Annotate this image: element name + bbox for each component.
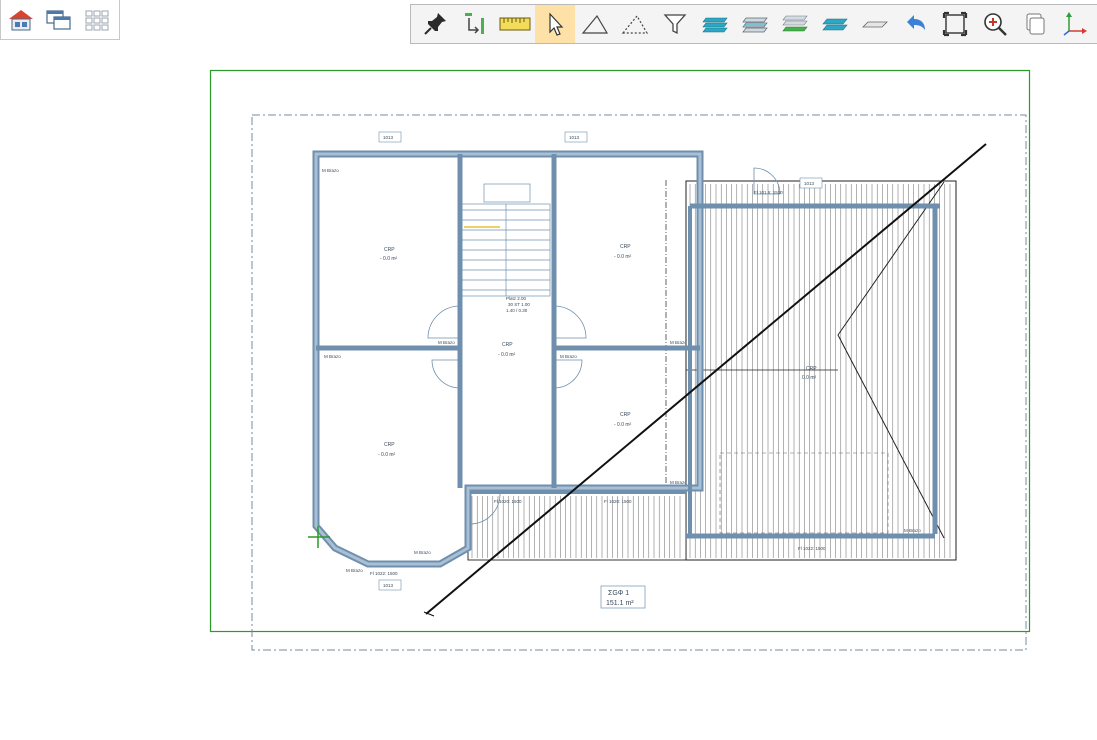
- layer-plane-button[interactable]: [815, 5, 855, 43]
- dashed-triangle-icon: [621, 14, 649, 34]
- floor-plan[interactable]: CRP - 0.0 m² CRP - 0.0 m² CRP - 0.0 m² C…: [0, 48, 1097, 740]
- wall-label: M Brazo: [414, 550, 431, 555]
- dimension-box: 1013: [564, 131, 588, 143]
- wall-label: M Brazo: [322, 168, 339, 173]
- filter-button[interactable]: [655, 5, 695, 43]
- copy-button[interactable]: [1015, 5, 1055, 43]
- layers-blue-button[interactable]: [695, 5, 735, 43]
- zoom-in-button[interactable]: [975, 5, 1015, 43]
- room-name: CRP: [384, 442, 395, 448]
- triangle-button[interactable]: [575, 5, 615, 43]
- stair-label: Platz 2.00: [506, 296, 527, 301]
- layers-blue-icon: [702, 17, 728, 33]
- wall-label: M Brazo: [324, 354, 341, 359]
- room-area: - 0.0 m²: [498, 352, 516, 358]
- fit-frame-icon: [942, 11, 968, 37]
- room-area: - 0.0 m²: [614, 254, 632, 260]
- cursor-icon: [549, 12, 564, 36]
- house-icon: [9, 9, 33, 30]
- grid-button[interactable]: [81, 1, 113, 39]
- triangle-icon: [581, 14, 609, 34]
- drawing-canvas[interactable]: CRP - 0.0 m² CRP - 0.0 m² CRP - 0.0 m² C…: [0, 48, 1097, 740]
- filter-icon: [663, 14, 687, 35]
- quick-toolbar: [0, 0, 120, 40]
- opening-label: Fl 101.5: 1530: [754, 190, 783, 195]
- opening-label: Fl 1022: 1500: [798, 546, 826, 551]
- undo-arrow-icon: [907, 15, 925, 30]
- wall-label: M Brazo: [670, 340, 687, 345]
- axes-button[interactable]: [1055, 5, 1095, 43]
- wall-label: M Brazo: [904, 528, 921, 533]
- stair-label: 1.40 / 0.30: [506, 308, 528, 313]
- plane-button[interactable]: [855, 5, 895, 43]
- layers-gray-icon: [742, 17, 768, 33]
- total-area-title: ΣGΦ 1: [608, 590, 629, 597]
- undo-button[interactable]: [895, 5, 935, 43]
- layers-green-icon: [782, 15, 808, 32]
- dimension-box: 1013: [799, 177, 823, 189]
- pin-icon: [424, 13, 446, 35]
- svg-text:1013: 1013: [569, 135, 580, 140]
- room-name: CRP: [806, 366, 817, 372]
- stair: [461, 183, 551, 297]
- opening-label: Fl 1020: 1500: [494, 499, 522, 504]
- wall-label: M Brazo: [670, 480, 687, 485]
- room-area: - 0.0 m²: [380, 256, 398, 262]
- room-name: CRP: [620, 244, 631, 250]
- layers-green-button[interactable]: [775, 5, 815, 43]
- layers-gray-button[interactable]: [735, 5, 775, 43]
- axes-icon: [1063, 12, 1087, 36]
- wall-label: M Brazo: [346, 568, 363, 573]
- ruler-icon: [499, 17, 531, 31]
- pin-button[interactable]: [415, 5, 455, 43]
- opening-label: Fl 1022: 1500: [370, 571, 398, 576]
- room-name: CRP: [384, 247, 395, 253]
- select-button[interactable]: [535, 5, 575, 43]
- windows-button[interactable]: [43, 1, 75, 39]
- dashed-triangle-button[interactable]: [615, 5, 655, 43]
- room-area: - 0.0 m²: [614, 422, 632, 428]
- svg-text:1013: 1013: [383, 583, 394, 588]
- windows-icon: [46, 9, 71, 30]
- grid-icon: [85, 10, 109, 30]
- wall-label: M Brazo: [560, 354, 577, 359]
- plane-icon: [862, 21, 888, 28]
- svg-text:1013: 1013: [383, 135, 394, 140]
- svg-text:1013: 1013: [804, 181, 815, 186]
- room-area: 0.0 m²: [802, 375, 817, 381]
- zoom-in-icon: [984, 13, 1007, 36]
- layer-plane-icon: [822, 18, 848, 31]
- stair-label: 30 ST 1.00: [508, 302, 530, 307]
- room-area: - 0.0 m²: [378, 452, 396, 458]
- transform-button[interactable]: [455, 5, 495, 43]
- room-name: CRP: [502, 342, 513, 348]
- dimension-box: 1013: [378, 131, 402, 143]
- ruler-button[interactable]: [495, 5, 535, 43]
- copy-icon: [1026, 13, 1045, 35]
- house-button[interactable]: [5, 1, 37, 39]
- transform-icon: [465, 13, 484, 34]
- total-area-box: ΣGΦ 1 151.1 m²: [600, 585, 646, 609]
- opening-label: Fl 1020: 1500: [604, 499, 632, 504]
- room-name: CRP: [620, 412, 631, 418]
- main-toolbar: [410, 4, 1097, 44]
- total-area-value: 151.1 m²: [606, 600, 634, 607]
- wall-label: M Brazo: [438, 340, 455, 345]
- fit-frame-button[interactable]: [935, 5, 975, 43]
- dimension-box: 1013: [378, 579, 402, 591]
